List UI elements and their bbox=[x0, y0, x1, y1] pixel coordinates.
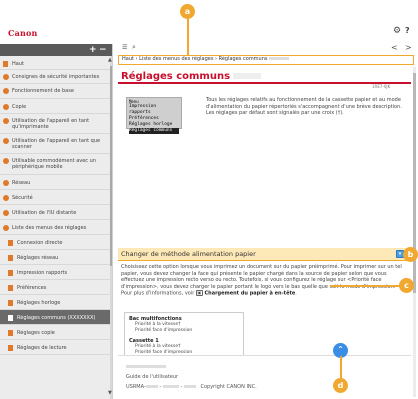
page-icon bbox=[8, 270, 13, 276]
sidebar-item[interactable]: Haut bbox=[0, 59, 110, 70]
sidebar-item[interactable]: Copie bbox=[0, 99, 110, 114]
sidebar-item[interactable]: Utilisation de l'IU distante bbox=[0, 205, 110, 220]
canon-logo: Canon bbox=[8, 28, 38, 38]
page-icon bbox=[8, 240, 13, 246]
list-icon[interactable]: ☰ bbox=[122, 44, 127, 51]
sidebar-subitem[interactable]: Réglages copie bbox=[0, 325, 110, 340]
scroll-up-icon[interactable]: ▲ bbox=[108, 57, 112, 63]
sidebar-item[interactable]: Réseau bbox=[0, 175, 110, 190]
menu-screen-image: Menu Impression rapports Préférences Rég… bbox=[126, 97, 182, 134]
next-page-button[interactable]: > bbox=[405, 43, 412, 52]
callout-d-line bbox=[340, 356, 342, 380]
redacted-text bbox=[126, 365, 166, 368]
breadcrumb: Haut › Liste des menus des réglages › Ré… bbox=[118, 55, 414, 65]
sidebar-toolbar: + − bbox=[0, 44, 112, 56]
content-toolbar: ☰ ⌕ < > bbox=[118, 43, 414, 53]
menu-item-selected: Réglages communs bbox=[129, 128, 179, 134]
page-footer: Guide de l'utilisateur USRMA- - - Copyri… bbox=[118, 355, 411, 399]
title-divider bbox=[118, 82, 411, 84]
redacted-text bbox=[269, 57, 290, 60]
intro-text: Tous les réglages relatifs au fonctionne… bbox=[206, 97, 402, 116]
breadcrumb-home-link[interactable]: Haut bbox=[122, 56, 134, 62]
chevron-down-icon bbox=[3, 225, 9, 231]
callout-d: d bbox=[333, 378, 348, 393]
page-icon bbox=[8, 300, 13, 306]
app-header: Canon ⚙ ? bbox=[0, 0, 418, 40]
chevron-right-icon bbox=[3, 180, 9, 186]
chevron-right-icon bbox=[3, 88, 9, 94]
search-icon[interactable]: ⌕ bbox=[132, 43, 136, 52]
sidebar-subitem-active[interactable]: Réglages communs (XXXXXXX) bbox=[0, 310, 110, 325]
expand-all-button[interactable]: + bbox=[89, 44, 97, 56]
collapse-all-button[interactable]: − bbox=[99, 44, 107, 56]
page-icon bbox=[8, 315, 13, 321]
chevron-right-icon bbox=[3, 158, 9, 164]
sidebar-item[interactable]: Utilisation de l'appareil en tant que sc… bbox=[0, 134, 110, 154]
sidebar-item[interactable]: Liste des menus des réglages bbox=[0, 220, 110, 235]
document-code: USRMA- - - Copyright CANON INC. bbox=[126, 384, 257, 390]
sidebar-item[interactable]: Fonctionnement de base bbox=[0, 84, 110, 99]
sidebar-subitem[interactable]: Préférences bbox=[0, 280, 110, 295]
callout-a: a bbox=[180, 4, 195, 19]
sidebar-item[interactable]: Utilisation de l'appareil en tant qu'imp… bbox=[0, 114, 110, 134]
chevron-right-icon bbox=[3, 74, 9, 80]
sidebar-item[interactable]: Utilisable commodément avec un périphéri… bbox=[0, 154, 110, 175]
page-title: Réglages communs bbox=[121, 71, 231, 82]
callout-c-line bbox=[330, 285, 402, 287]
section-title: Changer de méthode alimentation papier bbox=[121, 250, 256, 258]
sidebar-subitem[interactable]: Impression rapports bbox=[0, 265, 110, 280]
sidebar-item[interactable]: Sécurité bbox=[0, 190, 110, 205]
redacted-text bbox=[233, 73, 262, 79]
callout-c: c bbox=[399, 278, 414, 293]
callout-b: b bbox=[403, 247, 418, 262]
sidebar-item[interactable]: Consignes de sécurité importantes bbox=[0, 70, 110, 84]
section-body: Choisissez cette option lorsque vous imp… bbox=[121, 264, 402, 297]
page-icon bbox=[8, 345, 13, 351]
page-id: 1RE7-0JK bbox=[372, 84, 391, 89]
sidebar: + − Haut Consignes de sécurité important… bbox=[0, 44, 113, 399]
gear-icon[interactable]: ⚙ bbox=[393, 26, 401, 36]
prev-page-button[interactable]: < bbox=[391, 43, 398, 52]
breadcrumb-parent-link[interactable]: Liste des menus des réglages bbox=[139, 56, 213, 62]
callout-a-line bbox=[187, 18, 189, 56]
breadcrumb-current: Réglages communs bbox=[218, 56, 268, 62]
sidebar-subitem[interactable]: Réglages réseau bbox=[0, 250, 110, 265]
section-divider bbox=[118, 260, 408, 261]
link-icon[interactable]: ▣ bbox=[195, 290, 203, 296]
guide-name: Guide de l'utilisateur bbox=[126, 374, 179, 380]
main-content: Réglages communs 1RE7-0JK Menu Impressio… bbox=[118, 67, 411, 399]
sidebar-scroll-thumb[interactable] bbox=[110, 66, 112, 266]
page-icon bbox=[8, 330, 13, 336]
help-icon[interactable]: ? bbox=[405, 26, 410, 35]
chevron-right-icon bbox=[3, 195, 9, 201]
sidebar-subitem[interactable]: Réglages de lecture bbox=[0, 340, 110, 355]
page-icon bbox=[8, 255, 13, 261]
chevron-right-icon bbox=[3, 210, 9, 216]
copyright: Copyright CANON INC. bbox=[200, 384, 257, 390]
page-title-wrap: Réglages communs bbox=[121, 71, 262, 82]
scroll-down-icon[interactable]: ▼ bbox=[108, 390, 112, 396]
sidebar-subitem[interactable]: Réglages horloge bbox=[0, 295, 110, 310]
paper-link[interactable]: Chargement du papier à en-tête bbox=[204, 291, 295, 297]
section-header[interactable]: Changer de méthode alimentation papier ▾ bbox=[118, 248, 408, 260]
page-icon bbox=[8, 285, 13, 291]
chevron-right-icon bbox=[3, 104, 9, 110]
page-icon bbox=[3, 61, 8, 67]
chevron-right-icon bbox=[3, 118, 9, 124]
sidebar-subitem[interactable]: Connexion directe bbox=[0, 235, 110, 250]
chevron-right-icon bbox=[3, 138, 9, 144]
menu-item: Impression rapports bbox=[129, 104, 157, 115]
